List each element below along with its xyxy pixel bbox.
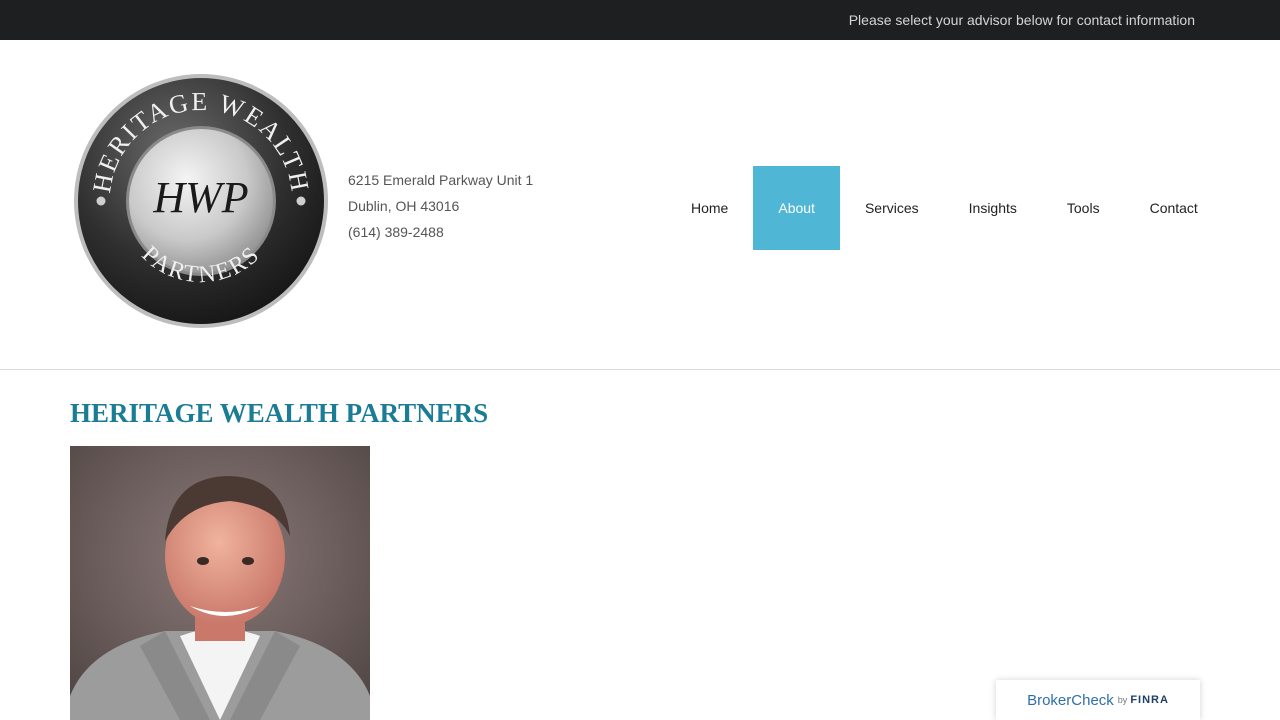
heritage-wealth-partners-logo[interactable]: HERITAGE WEALTH PARTNERS HWP xyxy=(72,72,330,330)
nav-services[interactable]: Services xyxy=(840,166,944,250)
page-title: HERITAGE WEALTH PARTNERS xyxy=(70,398,489,428)
brokercheck-broker-text: Broker xyxy=(1027,691,1072,709)
address-block: 6215 Emerald Parkway Unit 1 Dublin, OH 4… xyxy=(348,167,533,245)
top-bar: Please select your advisor below for con… xyxy=(0,0,1280,40)
main-nav: Home About Services Insights Tools Conta… xyxy=(666,166,1223,250)
brokercheck-by-text: by xyxy=(1117,695,1128,705)
nav-contact[interactable]: Contact xyxy=(1125,166,1223,250)
brokercheck-check-text: Check xyxy=(1071,691,1114,709)
nav-insights[interactable]: Insights xyxy=(944,166,1042,250)
advisor-photo[interactable] xyxy=(70,446,370,720)
svg-text:HWP: HWP xyxy=(152,173,248,222)
nav-tools[interactable]: Tools xyxy=(1042,166,1125,250)
advisor-message: Please select your advisor below for con… xyxy=(848,12,1195,28)
finra-text: FINRA xyxy=(1130,694,1169,706)
nav-about[interactable]: About xyxy=(753,166,840,250)
nav-home[interactable]: Home xyxy=(666,166,753,250)
address-line-1: 6215 Emerald Parkway Unit 1 xyxy=(348,172,534,188)
address-line-2: Dublin, OH 43016 xyxy=(348,198,460,214)
phone-number[interactable]: (614) 389-2488 xyxy=(348,219,533,245)
site-header: HERITAGE WEALTH PARTNERS HWP 6215 Emeral… xyxy=(0,40,1280,370)
brokercheck-badge[interactable]: Broker Check by FINRA xyxy=(996,680,1200,720)
